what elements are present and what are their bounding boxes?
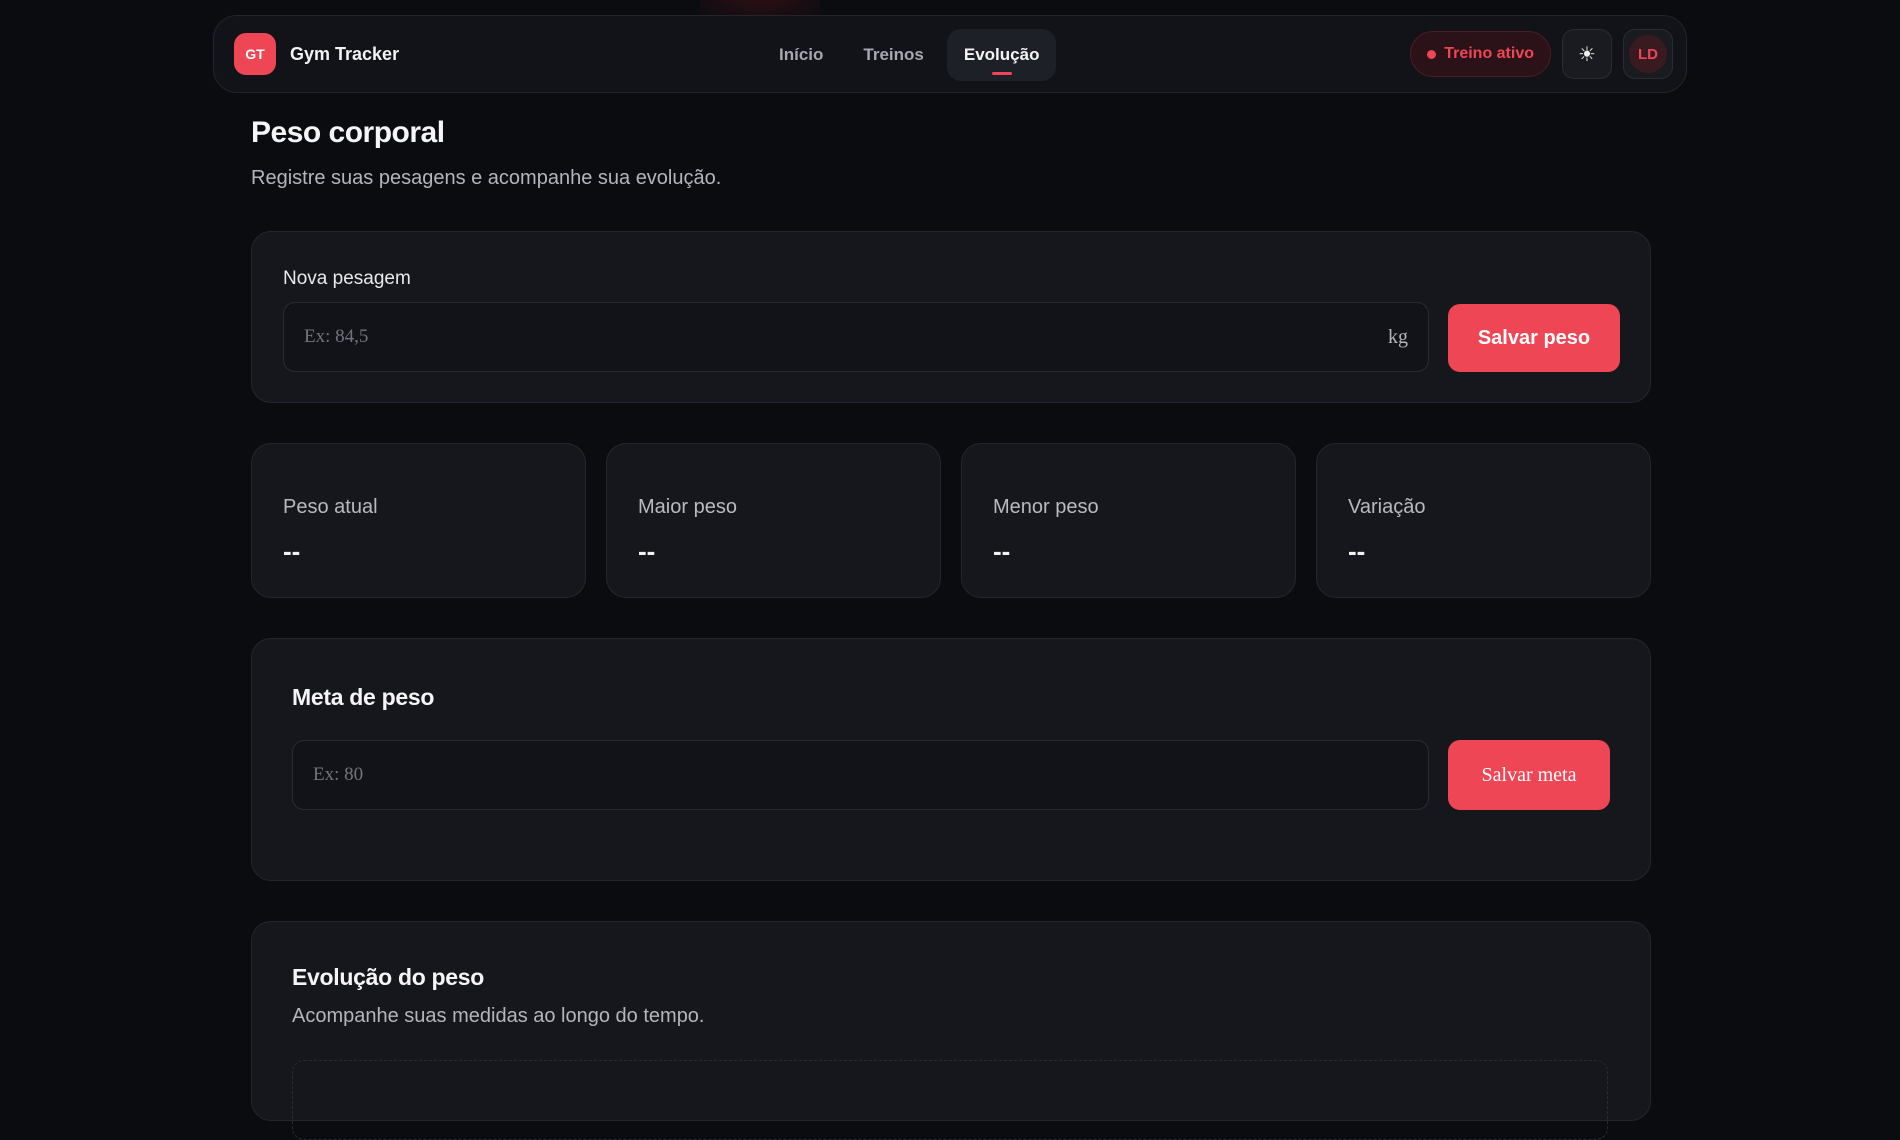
stat-label: Variação [1348, 496, 1426, 518]
active-workout-pill[interactable]: Treino ativo [1410, 31, 1551, 77]
stat-card-min: Menor peso -- [961, 443, 1296, 598]
weight-input[interactable] [304, 326, 1388, 348]
active-workout-label: Treino ativo [1444, 45, 1534, 62]
evolution-chart-area [292, 1060, 1608, 1140]
stat-card-variation: Variação -- [1316, 443, 1651, 598]
page-subtitle: Registre suas pesagens e acompanhe sua e… [251, 167, 722, 189]
stat-label: Menor peso [993, 496, 1099, 518]
weight-evolution-card: Evolução do peso Acompanhe suas medidas … [251, 921, 1651, 1140]
brand-name: Gym Tracker [290, 43, 400, 64]
main-nav: Início Treinos Evolução [762, 29, 1057, 81]
header-actions: Treino ativo ☀ LD [1410, 29, 1673, 79]
stat-value: -- [1348, 536, 1366, 566]
stat-card-max: Maior peso -- [606, 443, 941, 598]
goal-input-wrapper [292, 740, 1429, 810]
brand-logo: GT [234, 33, 276, 75]
stat-value: -- [638, 536, 656, 566]
stat-label: Maior peso [638, 496, 737, 518]
stat-card-current: Peso atual -- [251, 443, 586, 598]
status-dot-icon [1427, 49, 1437, 59]
save-weight-button[interactable]: Salvar peso [1448, 304, 1620, 372]
stat-value: -- [283, 536, 301, 566]
page-title: Peso corporal [251, 116, 445, 149]
user-menu-button[interactable]: LD [1623, 29, 1673, 79]
sun-icon: ☀ [1578, 43, 1596, 66]
theme-toggle-button[interactable]: ☀ [1562, 29, 1612, 79]
evolution-title: Evolução do peso [292, 964, 485, 990]
weight-unit: kg [1388, 325, 1408, 348]
weight-input-wrapper: kg [283, 302, 1429, 372]
nav-item-treinos[interactable]: Treinos [846, 29, 940, 81]
top-navigation-bar: GT Gym Tracker Início Treinos Evolução T… [213, 15, 1687, 93]
evolution-subtitle: Acompanhe suas medidas ao longo do tempo… [292, 1005, 705, 1027]
nav-item-inicio[interactable]: Início [762, 29, 840, 81]
avatar: LD [1629, 35, 1667, 73]
goal-title: Meta de peso [292, 684, 435, 710]
stat-label: Peso atual [283, 496, 378, 518]
stat-value: -- [993, 536, 1011, 566]
save-goal-button[interactable]: Salvar meta [1448, 740, 1610, 810]
new-weight-card: Nova pesagem kg Salvar peso [251, 231, 1651, 403]
brand[interactable]: GT Gym Tracker [234, 33, 399, 75]
weight-goal-card: Meta de peso Salvar meta [251, 638, 1651, 881]
goal-input[interactable] [313, 764, 1408, 786]
nav-item-evolucao[interactable]: Evolução [946, 29, 1057, 81]
new-weight-label: Nova pesagem [283, 268, 411, 289]
